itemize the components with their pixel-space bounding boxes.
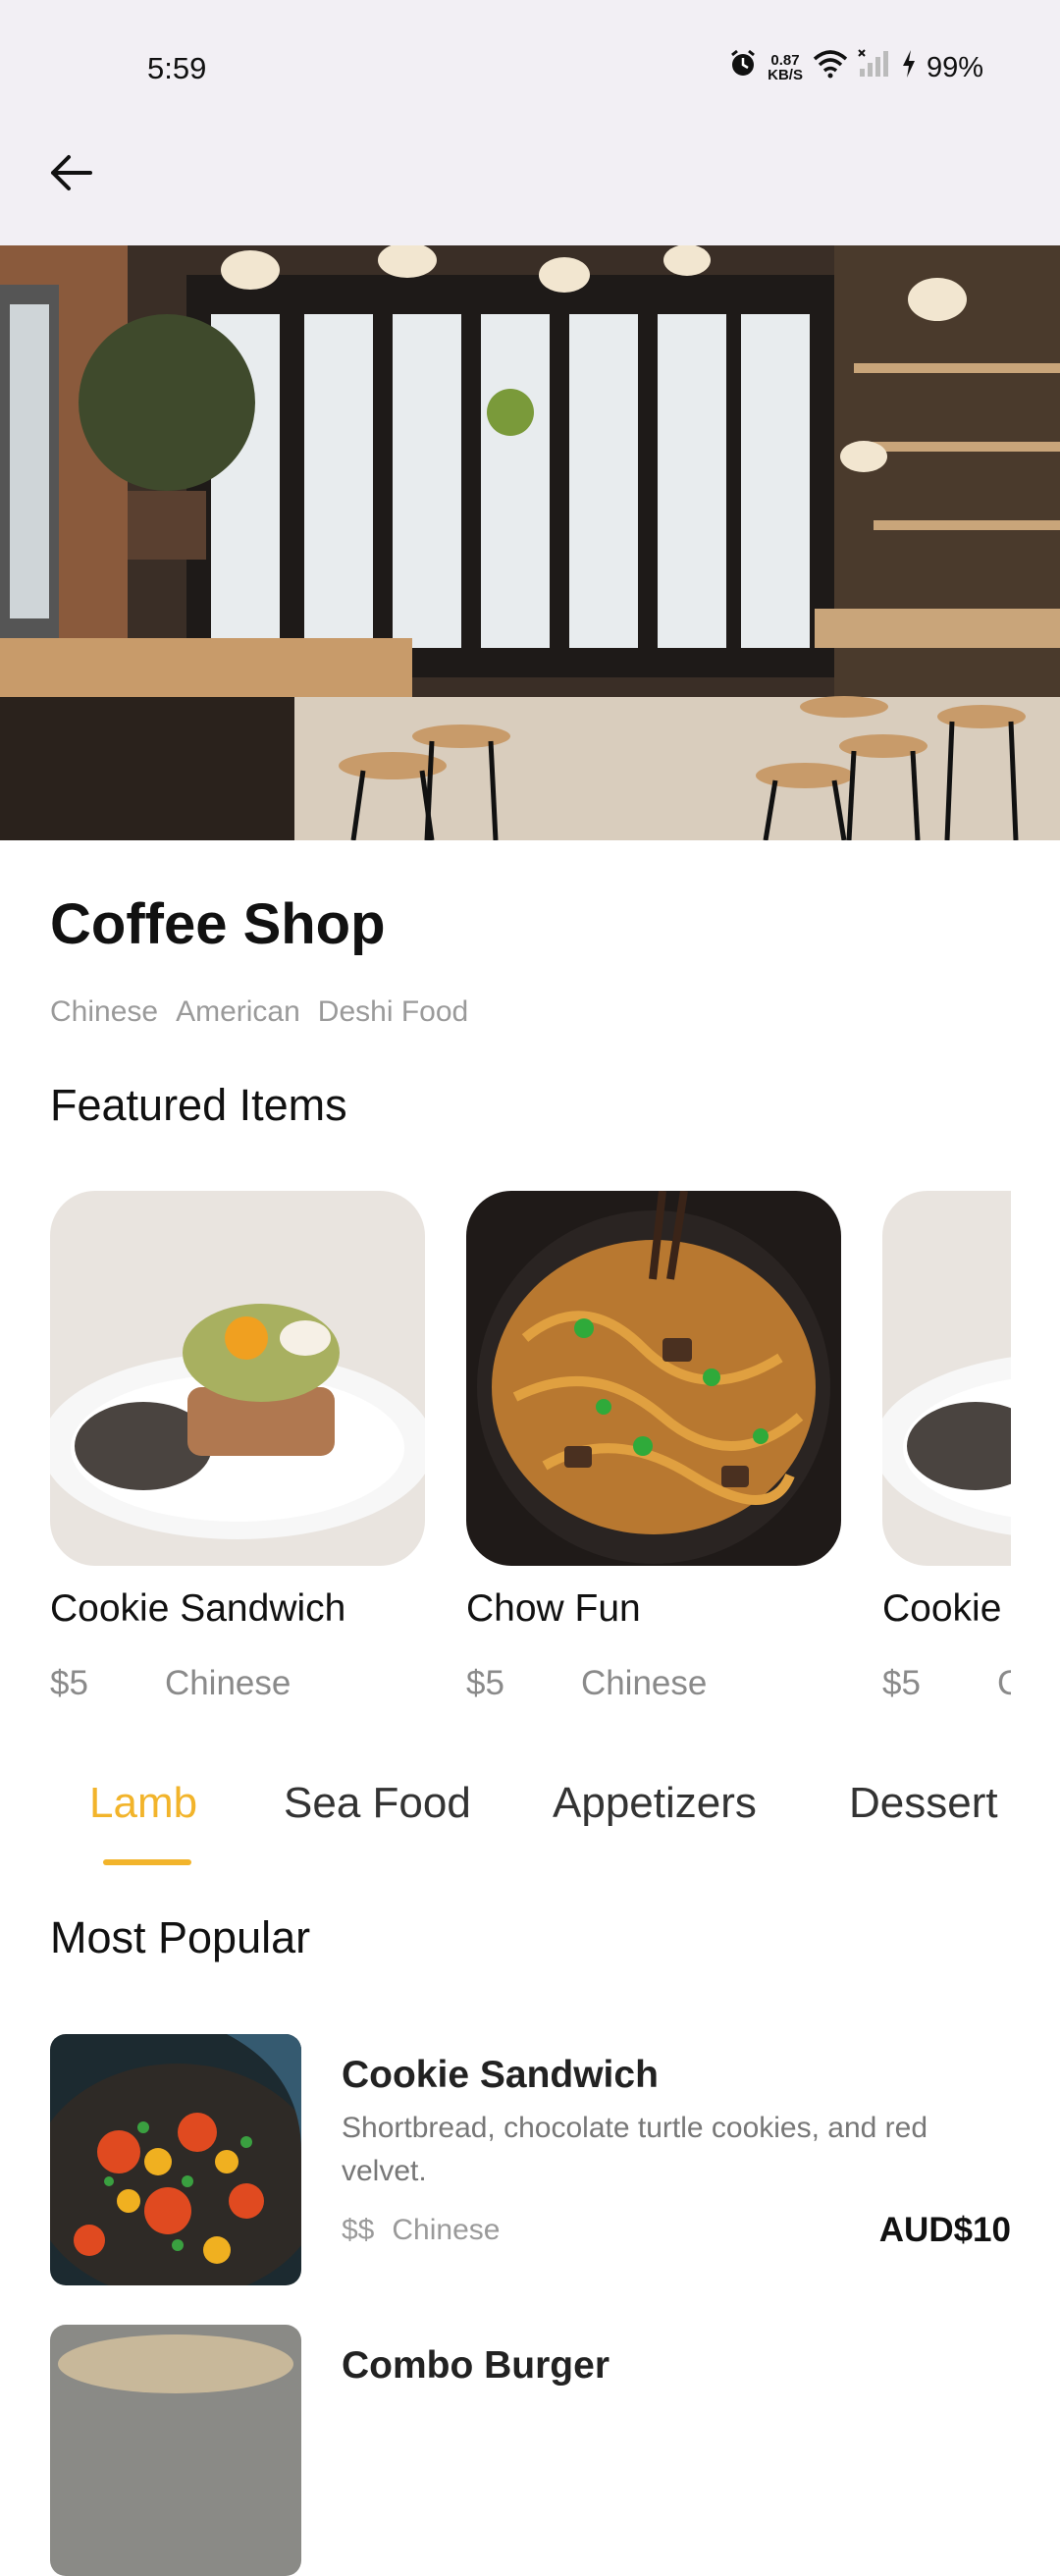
featured-item-cuisine: Chinese [580,1664,708,1702]
featured-carousel[interactable]: Cookie Sandwich $5 Chinese Chow Fun $5 C… [50,1191,1011,1721]
cuisine-tag: American [176,995,300,1028]
category-tabs[interactable]: Lamb Sea Food Appetizers Dessert [50,1771,1011,1869]
featured-item-price: $5 [882,1664,921,1702]
featured-item-cuisine: Chinese [996,1664,1011,1702]
alarm-icon [728,49,758,86]
tab-dessert[interactable]: Dessert [849,1779,998,1828]
cuisine-tags: Chinese American Deshi Food [50,995,468,1029]
popular-item-name: Combo Burger [342,2344,610,2387]
shop-title: Coffee Shop [50,892,386,956]
signal-icon [858,49,891,86]
arrow-left-icon [49,153,92,197]
featured-item-name: Cookie Sandwich [882,1587,1011,1630]
battery-level: 99% [926,51,983,83]
featured-item-cuisine: Chinese [164,1664,292,1702]
tab-appetizers[interactable]: Appetizers [553,1779,757,1828]
battery-charging-icon [901,49,917,86]
back-button[interactable] [43,147,98,202]
popular-item-description: Shortbread, chocolate turtle cookies, an… [342,2112,928,2187]
wifi-icon [813,49,848,86]
featured-item-image [466,1191,841,1566]
status-icons: 0.87 KB/S 99% [728,49,983,86]
popular-item-cuisine: Chinese [392,2214,501,2246]
featured-item-card[interactable]: Chow Fun $5 Chinese [466,1191,841,1703]
list-item[interactable]: Combo Burger [50,2325,1011,2576]
shop-hero-image [0,245,1060,840]
featured-item-name: Cookie Sandwich [50,1587,346,1630]
featured-item-price: $5 [50,1664,88,1702]
popular-item-image [50,2325,301,2576]
status-time: 5:59 [147,51,207,85]
featured-item-name: Chow Fun [466,1587,641,1630]
tab-sea-food[interactable]: Sea Food [284,1779,471,1828]
popular-item-name: Cookie Sandwich [342,2054,659,2096]
price-level: $$ [342,2214,375,2246]
app-bar: 5:59 0.87 KB/S 99% [0,0,1060,245]
featured-heading: Featured Items [50,1080,347,1130]
featured-item-card[interactable]: Cookie Sandwich $5 Chinese [882,1191,1011,1703]
tab-lamb[interactable]: Lamb [89,1779,197,1828]
most-popular-heading: Most Popular [50,1912,311,1962]
popular-item-price: AUD$10 [878,2211,1011,2249]
featured-item-image [50,1191,425,1566]
cuisine-tag: Chinese [50,995,159,1028]
active-tab-indicator [103,1859,191,1865]
network-speed: 0.87 KB/S [768,52,803,83]
featured-item-card[interactable]: Cookie Sandwich $5 Chinese [50,1191,425,1703]
popular-item-image [50,2034,301,2285]
featured-item-image [882,1191,1011,1566]
list-item[interactable]: Cookie Sandwich Shortbread, chocolate tu… [50,2034,1011,2285]
cuisine-tag: Deshi Food [317,995,469,1028]
featured-item-price: $5 [466,1664,504,1702]
